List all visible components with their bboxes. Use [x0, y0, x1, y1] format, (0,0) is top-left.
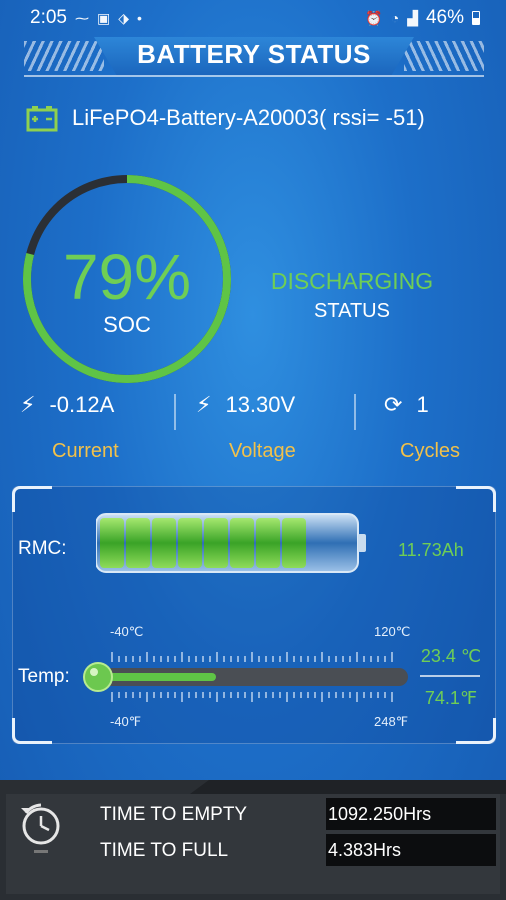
status-bar: 2:05 ⁓ ▣ ⬗ • ⏰ ◔ ▟ 46% — [0, 0, 506, 36]
bolt-icon: ⚡︎ — [20, 392, 36, 417]
temp-max-f: 248℉ — [374, 714, 409, 729]
temp-divider — [420, 675, 480, 677]
panel-corner — [12, 718, 52, 744]
time-panel-tab — [190, 780, 506, 794]
temp-min-f: -40℉ — [110, 714, 142, 729]
rmc-value: 11.73Ah — [398, 540, 464, 560]
rmc-cell — [100, 518, 124, 568]
time-to-empty-value: 1092.250Hrs — [326, 798, 496, 830]
tag-icon: ⬗ — [118, 9, 129, 26]
voltage-label: Voltage — [229, 440, 296, 462]
header-divider — [24, 75, 484, 77]
wifi-icon: ◔ — [390, 10, 400, 26]
metric-divider — [354, 394, 356, 430]
device-name: LiFePO4-Battery-A20003( rssi= -51) — [72, 105, 425, 130]
temperature-gauge: -40℃ 120℃ -40℉ 248℉ — [82, 622, 412, 732]
battery-plus-minus-icon — [26, 106, 58, 132]
current-label: Current — [52, 440, 119, 462]
time-to-full-value: 4.383Hrs — [326, 834, 496, 866]
status-battery-percent: 46% — [425, 7, 464, 28]
device-row[interactable]: LiFePO4-Battery-A20003( rssi= -51) — [26, 104, 425, 132]
metric-divider — [174, 394, 176, 430]
battery-icon — [472, 11, 480, 25]
rmc-cell — [256, 518, 280, 568]
header: BATTERY STATUS — [24, 37, 484, 77]
signal-icon: ▟ — [407, 9, 418, 26]
charge-status-label: STATUS — [314, 300, 390, 322]
current-metric: ⚡︎ -0.12A — [20, 392, 114, 418]
clock-icon — [21, 803, 60, 853]
time-to-full-label: TIME TO FULL — [100, 840, 229, 861]
rmc-cell — [126, 518, 150, 568]
rmc-cell — [230, 518, 254, 568]
temp-value-celsius: 23.4 ℃ — [420, 646, 482, 666]
page-title: BATTERY STATUS — [137, 39, 371, 69]
current-value: -0.12A — [49, 392, 115, 417]
alarm-icon: ⏰ — [365, 9, 383, 26]
rmc-cell — [282, 518, 306, 568]
minus-icon: ⁓ — [74, 9, 89, 26]
bolt-icon: ⚡︎ — [196, 392, 212, 417]
temp-label: Temp: — [18, 666, 70, 687]
refresh-cycle-icon: ⟳ — [384, 392, 403, 417]
status-time: 2:05 — [30, 7, 67, 28]
charge-status-value: DISCHARGING — [270, 268, 434, 294]
cycles-metric: ⟳ 1 — [384, 392, 429, 418]
temp-max-c: 120℃ — [374, 624, 411, 639]
image-icon: ▣ — [96, 9, 111, 26]
rmc-label: RMC: — [18, 538, 67, 559]
temp-value-fahrenheit: 74.1℉ — [424, 688, 478, 708]
rmc-cell — [152, 518, 176, 568]
soc-label: SOC — [103, 312, 151, 337]
voltage-value: 13.30V — [225, 392, 296, 417]
temperature-scale — [83, 652, 408, 702]
temp-min-c: -40℃ — [110, 624, 144, 639]
rmc-cell — [204, 518, 228, 568]
cycles-label: Cycles — [400, 440, 461, 462]
panel-corner — [12, 486, 52, 512]
dot-icon: • — [137, 10, 142, 26]
soc-value: 79% — [62, 241, 192, 313]
time-to-empty-label: TIME TO EMPTY — [100, 804, 248, 825]
panel-corner — [456, 486, 496, 512]
rmc-cell — [178, 518, 202, 568]
cycles-value: 1 — [416, 392, 429, 417]
rmc-battery-gauge — [96, 513, 366, 573]
voltage-metric: ⚡︎ 13.30V — [196, 392, 295, 418]
panel-corner — [456, 718, 496, 744]
